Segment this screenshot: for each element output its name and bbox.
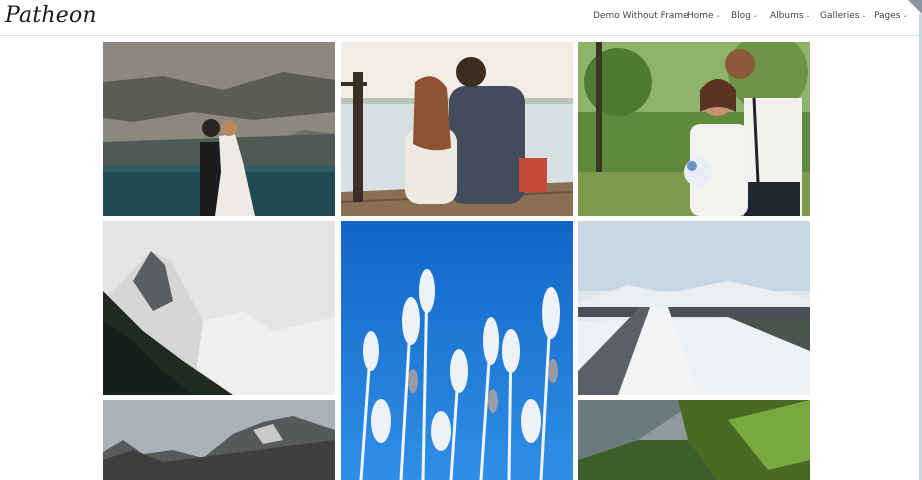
gallery-photo-frosted-plants-blue-sky[interactable] xyxy=(341,221,573,480)
gallery-photo-snowy-road[interactable] xyxy=(578,221,810,395)
nav-item-label: Galleries xyxy=(820,11,860,21)
gallery-photo-couple-on-pier[interactable] xyxy=(341,42,573,216)
nav-item-home[interactable]: Home ⌄ xyxy=(687,11,721,21)
chevron-down-icon: ⌄ xyxy=(902,12,908,19)
top-navigation-bar: Patheon Demo Without Frame Home ⌄ Blog ⌄ A… xyxy=(0,0,922,36)
gallery-photo-snowy-mountain-peak[interactable] xyxy=(103,221,335,395)
nav-item-albums[interactable]: Albums ⌄ xyxy=(770,11,811,21)
chevron-down-icon: ⌄ xyxy=(861,12,867,19)
nav-item-blog[interactable]: Blog ⌄ xyxy=(731,11,758,21)
gallery-photo-bride-groom-forest[interactable] xyxy=(578,42,810,216)
frame-corner-toggle[interactable] xyxy=(908,0,922,14)
nav-item-demo-without-frame[interactable]: Demo Without Frame xyxy=(593,11,689,21)
gallery-photo-green-valley-hills[interactable] xyxy=(578,400,810,480)
chevron-down-icon: ⌄ xyxy=(715,12,721,19)
gallery-photo-rocky-mountain-ridge[interactable] xyxy=(103,400,335,480)
nav-item-pages[interactable]: Pages ⌄ xyxy=(874,11,908,21)
gallery-photo-couple-lake-cliffs[interactable] xyxy=(103,42,335,216)
chevron-down-icon: ⌄ xyxy=(752,12,758,19)
nav-item-label: Albums xyxy=(770,11,804,21)
nav-item-label: Demo Without Frame xyxy=(593,11,689,21)
chevron-down-icon: ⌄ xyxy=(805,12,811,19)
nav-item-label: Blog xyxy=(731,11,751,21)
nav-item-galleries[interactable]: Galleries ⌄ xyxy=(820,11,867,21)
nav-item-label: Home xyxy=(687,11,714,21)
site-logo[interactable]: Patheon xyxy=(5,3,97,28)
nav-item-label: Pages xyxy=(874,11,901,21)
